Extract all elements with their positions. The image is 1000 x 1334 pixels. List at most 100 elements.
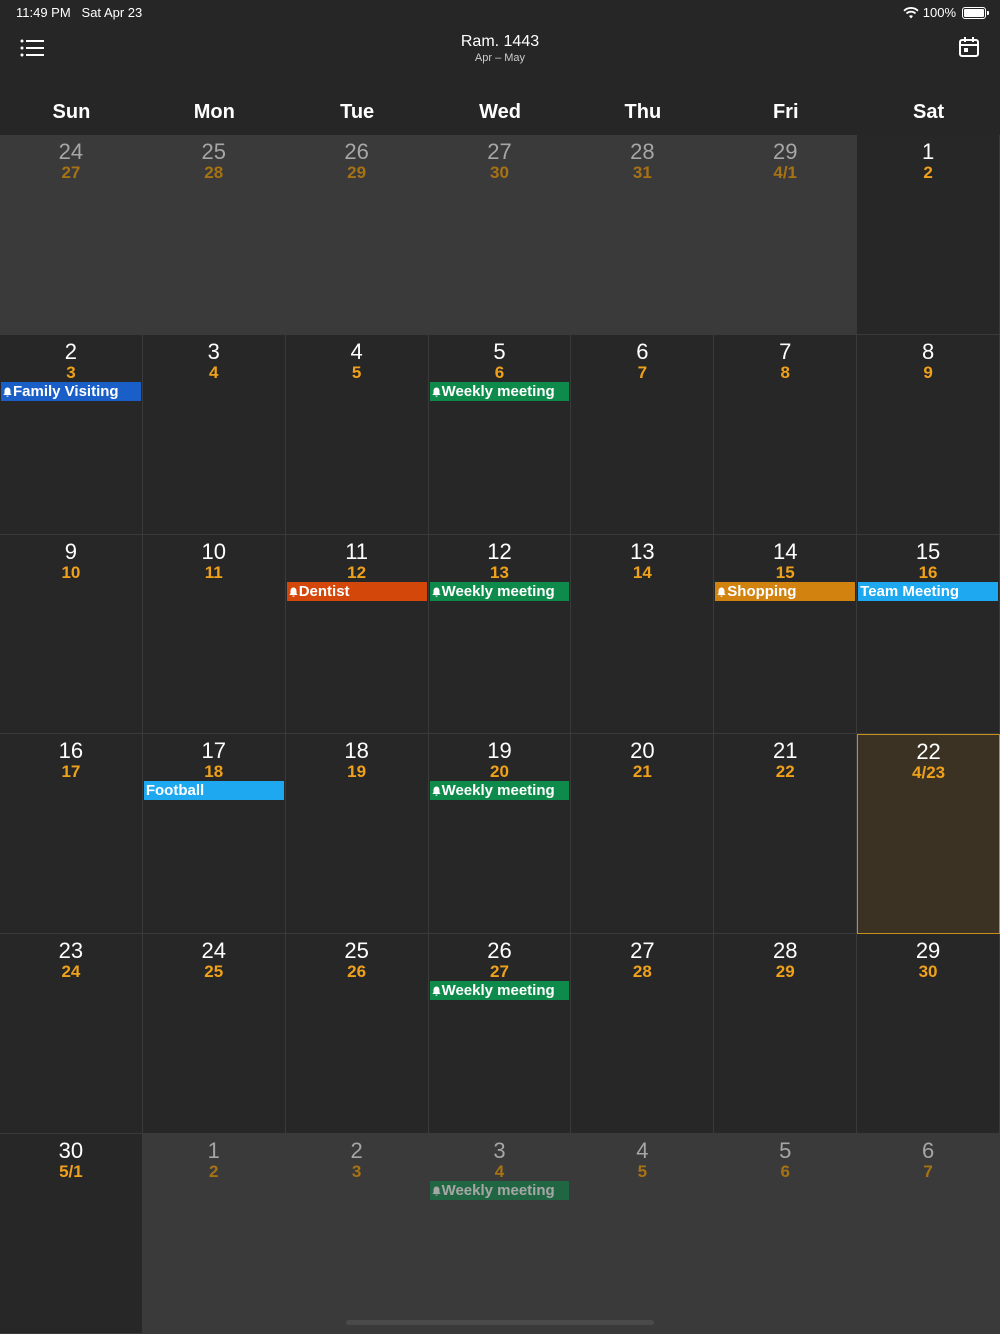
event-title: Weekly meeting (441, 382, 555, 400)
hijri-date: 3 (351, 1162, 362, 1181)
gregorian-date: 26 (487, 938, 512, 964)
day-cell[interactable]: 14 15 Shopping (714, 534, 858, 735)
event-chip[interactable]: Family Visiting (1, 381, 141, 401)
day-cell[interactable]: 26 29 (285, 135, 429, 335)
day-cell[interactable]: 29 30 (857, 934, 1000, 1134)
hijri-date: 5 (351, 362, 362, 382)
day-cell-today[interactable]: 22 4/23 (857, 734, 1000, 935)
hijri-date: 15 (775, 562, 795, 582)
day-cell[interactable]: 10 11 (142, 534, 286, 735)
bell-icon (3, 387, 12, 399)
event-chip[interactable]: Shopping (715, 581, 856, 601)
day-cell[interactable]: 23 (285, 1134, 429, 1334)
event-chip[interactable]: Weekly meeting (429, 1181, 570, 1200)
hijri-date: 16 (918, 562, 938, 582)
gregorian-date: 21 (772, 738, 798, 764)
gregorian-date: 11 (345, 538, 369, 564)
day-cell[interactable]: 30 5/1 (0, 1134, 143, 1334)
day-cell[interactable]: 67 (571, 334, 715, 535)
day-cell[interactable]: 25 26 (285, 934, 429, 1134)
gregorian-date: 25 (344, 938, 369, 964)
gregorian-date: 5 (779, 1138, 792, 1163)
day-cell[interactable]: 28 29 (714, 934, 858, 1134)
day-cell[interactable]: 24 25 (142, 934, 286, 1134)
day-cell[interactable]: 45 (571, 1134, 715, 1334)
bell-icon (431, 786, 441, 798)
event-chip[interactable]: Football (143, 781, 284, 801)
hijri-date: 10 (61, 562, 81, 582)
event-chip[interactable]: Weekly meeting (429, 581, 570, 601)
hijri-date: 5/1 (59, 1162, 83, 1181)
hijri-date: 4 (494, 1162, 505, 1181)
day-cell[interactable]: 5 6 Weekly meeting (428, 334, 572, 535)
day-cell[interactable]: 20 21 (571, 734, 715, 935)
gregorian-date: 13 (630, 538, 655, 564)
bell-icon (289, 587, 298, 599)
day-cell[interactable]: 13 14 (571, 534, 715, 735)
day-cell[interactable]: 56 (714, 1134, 858, 1334)
hijri-date: 2 (923, 163, 933, 182)
page-subtitle: Apr – May (474, 52, 526, 64)
day-cell[interactable]: 12 (857, 135, 1000, 335)
day-cell[interactable]: 12 13 Weekly meeting (428, 534, 572, 735)
day-cell[interactable]: 45 (285, 334, 429, 535)
gregorian-date: 7 (779, 338, 792, 364)
bell-icon (431, 986, 441, 998)
gregorian-date: 30 (58, 1138, 84, 1163)
day-cell[interactable]: 27 28 (571, 934, 715, 1134)
day-cell[interactable]: 27 30 (428, 135, 572, 335)
status-time: 11:49 PM (16, 5, 71, 20)
day-cell[interactable]: 28 31 (571, 135, 715, 335)
day-cell[interactable]: 2 3 Family Visiting (0, 334, 143, 535)
home-indicator[interactable] (346, 1320, 654, 1325)
hijri-date: 2 (209, 1162, 219, 1181)
day-cell[interactable]: 12 (142, 1134, 286, 1334)
day-cell[interactable]: 17 18 Football (142, 734, 286, 935)
weekday-sun: Sun (52, 101, 91, 123)
day-cell[interactable]: 15 16 Team Meeting (857, 534, 1000, 735)
hijri-date: 28 (204, 163, 224, 182)
day-cell[interactable]: 11 12 Dentist (285, 534, 429, 735)
day-cell[interactable]: 89 (857, 334, 1000, 535)
weekday-tue: Tue (340, 101, 375, 123)
day-cell[interactable]: 34 (142, 334, 286, 535)
gregorian-date: 22 (916, 739, 941, 765)
day-cell[interactable]: 23 24 (0, 934, 143, 1134)
day-cell[interactable]: 78 (714, 334, 858, 535)
event-chip[interactable]: Dentist (286, 581, 427, 601)
hijri-date: 8 (780, 362, 790, 382)
day-cell[interactable]: 9 10 (0, 534, 143, 735)
event-chip[interactable]: Team Meeting (858, 581, 998, 601)
day-cell[interactable]: 67 (857, 1134, 1000, 1334)
battery-percent: 100% (922, 5, 956, 20)
day-cell[interactable]: 29 4/1 (714, 135, 858, 335)
gregorian-date: 24 (58, 139, 84, 164)
day-cell[interactable]: 3 4 Weekly meeting (428, 1134, 572, 1334)
day-cell[interactable]: 26 27 Weekly meeting (428, 934, 572, 1134)
event-chip[interactable]: Weekly meeting (429, 781, 570, 801)
gregorian-date: 20 (630, 738, 655, 764)
status-right: 100% (903, 5, 989, 20)
gregorian-date: 2 (64, 338, 78, 364)
weekday-fri: Fri (772, 101, 799, 123)
event-title: Weekly meeting (441, 982, 555, 1000)
day-cell[interactable]: 18 19 (285, 734, 429, 935)
day-cell[interactable]: 19 20 Weekly meeting (428, 734, 572, 935)
event-title: Dentist (298, 582, 350, 600)
event-chip[interactable]: Weekly meeting (429, 981, 570, 1001)
day-cell[interactable]: 25 28 (142, 135, 286, 335)
day-cell[interactable]: 16 17 (0, 734, 143, 935)
day-cell[interactable]: 21 22 (714, 734, 858, 935)
day-cell[interactable]: 24 27 (0, 135, 143, 335)
event-chip[interactable]: Weekly meeting (429, 381, 570, 401)
hijri-date: 26 (347, 962, 367, 982)
hijri-date: 29 (347, 163, 367, 182)
gregorian-date: 4 (350, 338, 363, 364)
hijri-date: 30 (490, 163, 509, 182)
gregorian-date: 12 (487, 538, 512, 564)
hijri-date: 4/1 (773, 163, 798, 182)
gregorian-date: 5 (493, 338, 506, 364)
hijri-date: 6 (494, 362, 505, 382)
calendar-icon[interactable] (958, 36, 980, 58)
hijri-date: 27 (61, 163, 81, 182)
